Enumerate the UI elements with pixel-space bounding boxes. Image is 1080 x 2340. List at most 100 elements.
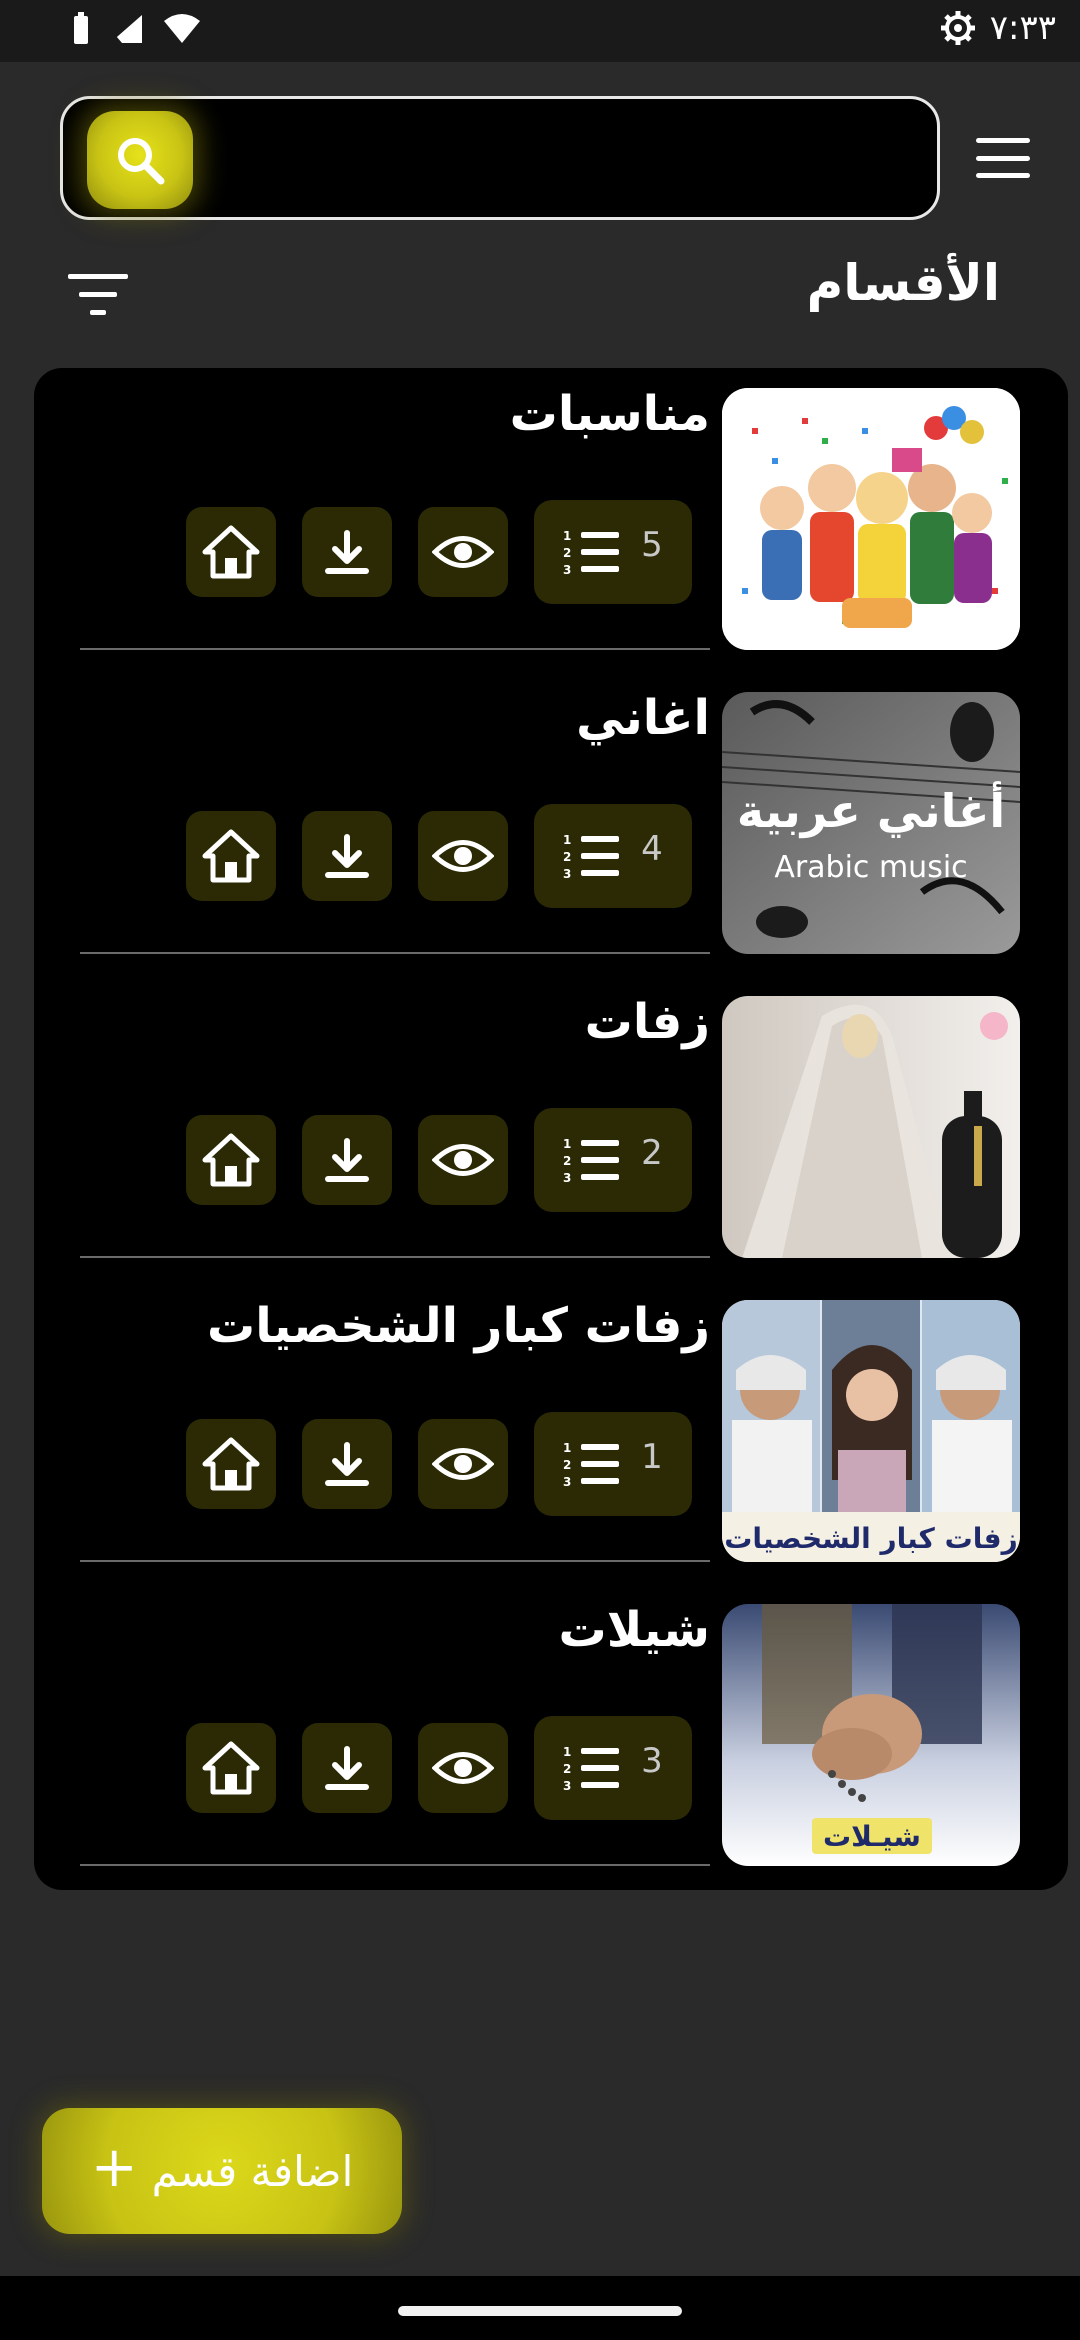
- view-button[interactable]: [418, 507, 508, 597]
- row-actions: 1 2 3 2: [186, 1108, 692, 1212]
- eye-icon: [432, 1144, 494, 1176]
- svg-text:2: 2: [563, 1458, 571, 1472]
- download-icon: [325, 834, 369, 878]
- add-category-label: اضافة قسم: [151, 2146, 354, 2196]
- search-button[interactable]: [87, 111, 193, 209]
- svg-text:1: 1: [563, 1137, 571, 1151]
- category-image: زفات كبار الشخصيات: [722, 1300, 1020, 1562]
- home-icon: [202, 829, 260, 883]
- view-button[interactable]: [418, 1419, 508, 1509]
- page-title: الأقسام: [806, 254, 1000, 312]
- svg-text:1: 1: [563, 1441, 571, 1455]
- status-time: ٧:٣٣: [989, 8, 1056, 48]
- home-icon: [202, 1437, 260, 1491]
- status-bar: ٧:٣٣: [0, 0, 1080, 62]
- menu-icon-line: [976, 173, 1030, 178]
- view-button[interactable]: [418, 811, 508, 901]
- list-item[interactable]: زفات 1 2 3 2: [34, 976, 1068, 1280]
- divider: [80, 1560, 710, 1562]
- numbered-list-icon: 1 2 3: [563, 1745, 620, 1792]
- view-button[interactable]: [418, 1723, 508, 1813]
- download-icon: [325, 530, 369, 574]
- gear-icon: [940, 11, 975, 45]
- items-count-button[interactable]: 1 2 3 5: [534, 500, 692, 604]
- list-item[interactable]: مناسبات 1 2 3 5: [34, 368, 1068, 672]
- items-count: 2: [641, 1133, 663, 1173]
- add-category-button[interactable]: اضافة قسم +: [42, 2108, 402, 2234]
- category-title: زفات كبار الشخصيات: [207, 1298, 710, 1354]
- eye-icon: [432, 536, 494, 568]
- items-count-button[interactable]: 1 2 3 4: [534, 804, 692, 908]
- view-button[interactable]: [418, 1115, 508, 1205]
- category-title: اغاني: [576, 690, 710, 746]
- divider: [80, 952, 710, 954]
- home-icon: [202, 1741, 260, 1795]
- download-button[interactable]: [302, 507, 392, 597]
- menu-icon-line: [976, 138, 1030, 143]
- home-button[interactable]: [186, 507, 276, 597]
- download-button[interactable]: [302, 1723, 392, 1813]
- svg-text:2: 2: [563, 546, 571, 560]
- thumb-text-ar: أغاني عربية: [737, 781, 1005, 838]
- list-item[interactable]: أغاني عربية Arabic music اغاني 1 2 3 4: [34, 672, 1068, 976]
- home-icon: [202, 1133, 260, 1187]
- eye-icon: [432, 840, 494, 872]
- svg-text:3: 3: [563, 1779, 571, 1792]
- svg-text:1: 1: [563, 1745, 571, 1759]
- download-icon: [325, 1138, 369, 1182]
- category-title: مناسبات: [509, 386, 710, 442]
- home-gesture-handle[interactable]: [398, 2306, 682, 2316]
- plus-icon: +: [90, 2135, 138, 2200]
- row-actions: 1 2 3 1: [186, 1412, 692, 1516]
- eye-icon: [432, 1752, 494, 1784]
- svg-text:2: 2: [563, 1154, 571, 1168]
- download-button[interactable]: [302, 1115, 392, 1205]
- eye-icon: [432, 1448, 494, 1480]
- home-button[interactable]: [186, 811, 276, 901]
- numbered-list-icon: 1 2 3: [563, 529, 620, 576]
- list-item[interactable]: زفات كبار الشخصيات زفات كبار الشخصيات 1 2…: [34, 1280, 1068, 1584]
- svg-text:1: 1: [563, 529, 571, 543]
- divider: [80, 1864, 710, 1866]
- home-button[interactable]: [186, 1723, 276, 1813]
- wifi-icon: [164, 14, 200, 43]
- items-count-button[interactable]: 1 2 3 2: [534, 1108, 692, 1212]
- signal-icon: [110, 15, 142, 43]
- numbered-list-icon: 1 2 3: [563, 1137, 620, 1184]
- download-button[interactable]: [302, 1419, 392, 1509]
- divider: [80, 1256, 710, 1258]
- thumb-text-en: Arabic music: [774, 850, 967, 885]
- svg-text:3: 3: [563, 1171, 571, 1184]
- svg-text:2: 2: [563, 850, 571, 864]
- numbered-list-icon: 1 2 3: [563, 1441, 620, 1488]
- category-title: شيلات: [558, 1602, 710, 1658]
- download-icon: [325, 1746, 369, 1790]
- row-actions: 1 2 3 3: [186, 1716, 692, 1820]
- numbered-list-icon: 1 2 3: [563, 833, 620, 880]
- svg-text:3: 3: [563, 867, 571, 880]
- search-input[interactable]: [60, 96, 940, 220]
- category-title: زفات: [584, 994, 710, 1050]
- items-count: 4: [641, 829, 663, 869]
- row-actions: 1 2 3 5: [186, 500, 692, 604]
- svg-text:2: 2: [563, 1762, 571, 1776]
- thumb-text-ar: زفات كبار الشخصيات: [724, 1522, 1017, 1555]
- category-image: [722, 996, 1020, 1258]
- battery-icon: [74, 12, 88, 44]
- search-icon: [118, 138, 165, 185]
- svg-text:1: 1: [563, 833, 571, 847]
- items-count: 3: [641, 1741, 663, 1781]
- items-count-button[interactable]: 1 2 3 1: [534, 1412, 692, 1516]
- download-button[interactable]: [302, 811, 392, 901]
- home-button[interactable]: [186, 1115, 276, 1205]
- list-item[interactable]: شيـلات شيلات 1 2 3 3: [34, 1584, 1068, 1888]
- category-image: أغاني عربية Arabic music: [722, 692, 1020, 954]
- menu-button[interactable]: [976, 138, 1030, 178]
- download-icon: [325, 1442, 369, 1486]
- filter-icon[interactable]: [66, 270, 130, 320]
- category-image: [722, 388, 1020, 650]
- home-button[interactable]: [186, 1419, 276, 1509]
- row-actions: 1 2 3 4: [186, 804, 692, 908]
- svg-text:3: 3: [563, 1475, 571, 1488]
- items-count-button[interactable]: 1 2 3 3: [534, 1716, 692, 1820]
